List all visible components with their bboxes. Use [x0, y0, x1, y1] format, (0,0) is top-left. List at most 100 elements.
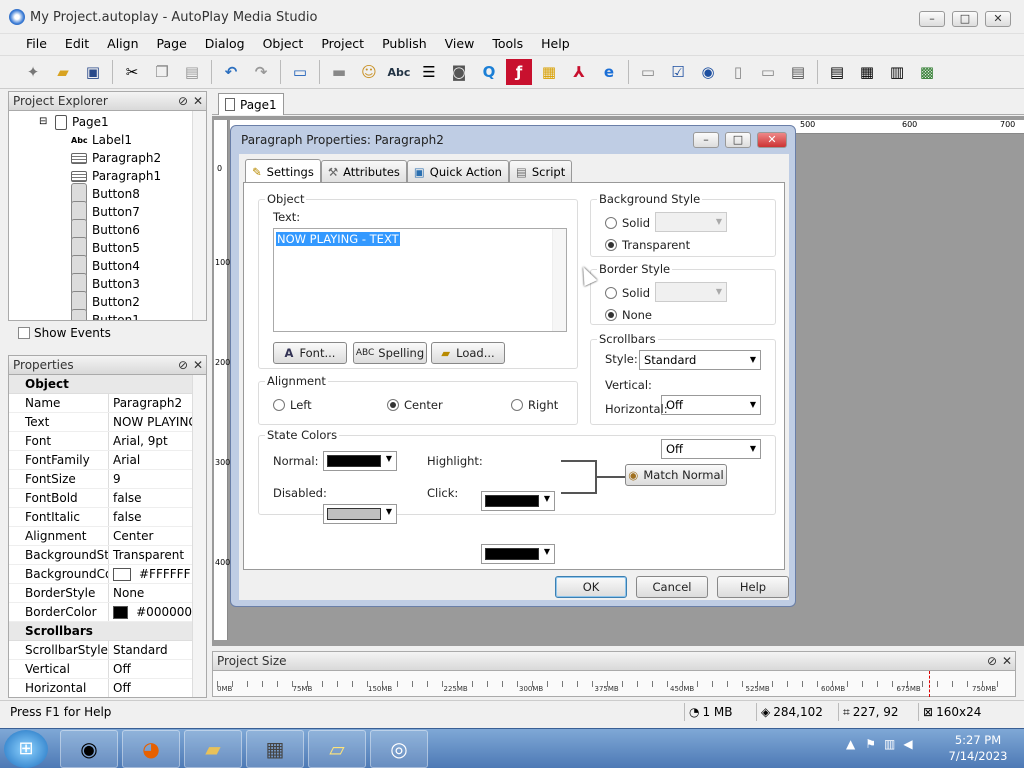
grid-object-icon[interactable]: ▦ — [854, 59, 880, 85]
property-row[interactable]: BorderColor #000000 — [9, 603, 192, 622]
video-object-icon[interactable]: ◙ — [446, 59, 472, 85]
align-left-radio[interactable]: Left — [273, 398, 312, 412]
textarea-scrollbar[interactable] — [552, 229, 566, 331]
property-value[interactable]: Transparent — [109, 546, 192, 564]
property-value[interactable]: false — [109, 489, 192, 507]
firefox-taskbar-icon[interactable]: ◕ — [122, 729, 180, 768]
text-textarea[interactable]: NOW PLAYING - TEXT — [273, 228, 567, 332]
property-value[interactable]: NOW PLAYING — [109, 413, 192, 431]
checkbox-object-icon[interactable]: ☑ — [665, 59, 691, 85]
tab-quick-action[interactable]: ▣ Quick Action — [406, 160, 509, 182]
help-button[interactable]: Help — [717, 576, 789, 598]
menu-publish[interactable]: Publish — [373, 35, 436, 53]
menu-object[interactable]: Object — [254, 35, 313, 53]
calculator-taskbar-icon[interactable]: ▦ — [246, 729, 304, 768]
pdf-object-icon[interactable]: ⅄ — [566, 59, 592, 85]
menu-help[interactable]: Help — [532, 35, 579, 53]
pin-icon[interactable]: ⊘ — [178, 356, 188, 374]
prop-category-object[interactable]: Object — [9, 375, 192, 394]
input-object-icon[interactable]: ▭ — [635, 59, 661, 85]
tab-script[interactable]: ▤ Script — [508, 160, 573, 182]
web-object-icon[interactable]: e — [596, 59, 622, 85]
property-row[interactable]: FontFamily Arial — [9, 451, 192, 470]
highlight-color-picker[interactable] — [481, 491, 555, 511]
tree-item[interactable]: Button5 — [9, 237, 192, 259]
load-button[interactable]: ▰ Load... — [431, 342, 505, 364]
tab-attributes[interactable]: ⚒ Attributes — [320, 160, 407, 182]
normal-color-picker[interactable] — [323, 451, 397, 471]
radio-object-icon[interactable]: ◉ — [695, 59, 721, 85]
tree-item[interactable]: Paragraph1 — [9, 167, 192, 185]
progress-object-icon[interactable]: ▥ — [884, 59, 910, 85]
property-value[interactable]: Paragraph2 — [109, 394, 192, 412]
paragraph-object-icon[interactable]: ☰ — [416, 59, 442, 85]
menu-file[interactable]: File — [17, 35, 56, 53]
save-icon[interactable]: ▣ — [80, 59, 106, 85]
menu-edit[interactable]: Edit — [56, 35, 98, 53]
dialog-close-button[interactable]: ✕ — [757, 132, 787, 148]
prop-category-scrollbars[interactable]: Scrollbars — [9, 622, 192, 641]
xbutton-object-icon[interactable]: ▩ — [914, 59, 940, 85]
property-value[interactable]: Arial, 9pt — [109, 432, 192, 450]
tree-item[interactable]: Button8 — [9, 183, 192, 205]
property-row[interactable]: BorderStyle None — [9, 584, 192, 603]
collapse-icon[interactable]: ⊟ — [39, 113, 47, 131]
tree-item[interactable]: Button2 — [9, 291, 192, 313]
property-value[interactable]: #FFFFFF — [109, 565, 192, 583]
property-value[interactable]: Off — [109, 660, 192, 678]
text-input-icon[interactable]: ▯ — [725, 59, 751, 85]
disabled-color-picker[interactable] — [323, 504, 397, 524]
menu-project[interactable]: Project — [312, 35, 373, 53]
property-row[interactable]: BackgroundColor #FFFFFF — [9, 565, 192, 584]
property-value[interactable]: Off — [109, 679, 192, 697]
property-row[interactable]: Text NOW PLAYING — [9, 413, 192, 432]
property-value[interactable]: 9 — [109, 470, 192, 488]
wand-icon[interactable]: ✦ — [20, 59, 46, 85]
tree-item[interactable]: Button7 — [9, 201, 192, 223]
property-value[interactable]: false — [109, 508, 192, 526]
border-none-radio[interactable]: None — [605, 308, 652, 322]
ok-button[interactable]: OK — [555, 576, 627, 598]
menu-page[interactable]: Page — [148, 35, 196, 53]
preview-icon[interactable]: ▭ — [287, 59, 313, 85]
tree-item[interactable]: Button4 — [9, 255, 192, 277]
autoplay-taskbar-icon[interactable]: ◎ — [370, 729, 428, 768]
flash-object-icon[interactable]: ƒ — [506, 59, 532, 85]
tab-settings[interactable]: ✎ Settings — [245, 159, 321, 183]
property-value[interactable]: Standard — [109, 641, 192, 659]
property-row[interactable]: BackgroundStyle Transparent — [9, 546, 192, 565]
tray-arrow-icon[interactable]: ▲ — [846, 737, 855, 751]
pin-icon[interactable]: ⊘ — [987, 652, 997, 670]
vertical-scrollbar-select[interactable]: Off — [661, 395, 761, 415]
cut-icon[interactable]: ✂ — [119, 59, 145, 85]
property-row[interactable]: Vertical Off — [9, 660, 192, 679]
flag-icon[interactable]: ⚑ — [865, 737, 876, 751]
property-row[interactable]: FontItalic false — [9, 508, 192, 527]
font-button[interactable]: A Font... — [273, 342, 347, 364]
match-normal-button[interactable]: ◉ Match Normal — [625, 464, 727, 486]
bg-color-picker[interactable] — [655, 212, 727, 232]
tree-item[interactable]: Abc Label1 — [9, 131, 192, 149]
bg-solid-radio[interactable]: Solid — [605, 216, 650, 230]
button-object-icon[interactable]: ▬ — [326, 59, 352, 85]
menu-view[interactable]: View — [436, 35, 484, 53]
clock[interactable]: 5:27 PM 7/14/2023 — [940, 732, 1016, 764]
property-value[interactable]: None — [109, 584, 192, 602]
quicktime-object-icon[interactable]: Q — [476, 59, 502, 85]
property-row[interactable]: Horizontal Off — [9, 679, 192, 697]
slideshow-object-icon[interactable]: ▦ — [536, 59, 562, 85]
property-value[interactable]: #000000 — [109, 603, 192, 621]
tree-item[interactable]: Button3 — [9, 273, 192, 295]
paste-icon[interactable]: ▤ — [179, 59, 205, 85]
spelling-button[interactable]: ABC Spelling — [353, 342, 427, 364]
tree-item[interactable]: Button6 — [9, 219, 192, 241]
dialog-maximize-button[interactable]: □ — [725, 132, 751, 148]
property-row[interactable]: FontBold false — [9, 489, 192, 508]
scrollbar-style-select[interactable]: Standard — [639, 350, 761, 370]
align-right-radio[interactable]: Right — [511, 398, 558, 412]
volume-icon[interactable]: ◀ — [903, 737, 912, 751]
maximize-button[interactable]: □ — [952, 11, 978, 27]
click-color-picker[interactable] — [481, 544, 555, 564]
listbox-object-icon[interactable]: ▤ — [785, 59, 811, 85]
network-icon[interactable]: ▥ — [884, 737, 895, 751]
